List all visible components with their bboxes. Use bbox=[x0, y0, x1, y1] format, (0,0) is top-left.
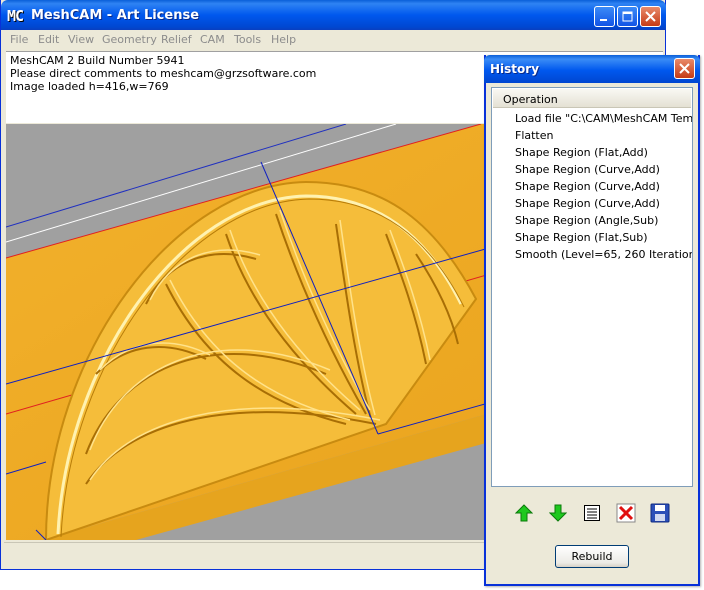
history-list[interactable]: Operation Load file "C:\CAM\MeshCAM Tem.… bbox=[491, 87, 693, 487]
history-item[interactable]: Smooth (Level=65, 260 Iterations) bbox=[515, 248, 692, 261]
close-button[interactable] bbox=[640, 6, 661, 27]
menu-bar: File Edit View Geometry Relief CAM Tools… bbox=[4, 30, 664, 49]
red-x-icon bbox=[616, 503, 636, 523]
move-up-button[interactable] bbox=[513, 502, 535, 524]
menu-geometry[interactable]: Geometry bbox=[102, 33, 157, 46]
green-up-arrow-icon bbox=[515, 504, 533, 522]
main-titlebar[interactable]: MC MeshCAM - Art License bbox=[1, 0, 666, 30]
history-item[interactable]: Shape Region (Curve,Add) bbox=[515, 180, 660, 193]
maximize-icon bbox=[622, 11, 633, 22]
list-icon bbox=[584, 505, 600, 521]
menu-relief[interactable]: Relief bbox=[161, 33, 192, 46]
history-item[interactable]: Shape Region (Curve,Add) bbox=[515, 197, 660, 210]
menu-edit[interactable]: Edit bbox=[38, 33, 59, 46]
history-close-button[interactable] bbox=[674, 58, 695, 79]
history-item[interactable]: Shape Region (Flat,Add) bbox=[515, 146, 648, 159]
history-item[interactable]: Flatten bbox=[515, 129, 554, 142]
save-button[interactable] bbox=[649, 502, 671, 524]
menu-help[interactable]: Help bbox=[271, 33, 296, 46]
history-window: History Operation Load file "C:\CAM\Mesh… bbox=[484, 55, 700, 586]
green-down-arrow-icon bbox=[549, 504, 567, 522]
history-title: History bbox=[490, 62, 540, 76]
console-line: Image loaded h=416,w=769 bbox=[10, 80, 169, 93]
history-item[interactable]: Load file "C:\CAM\MeshCAM Tem... bbox=[515, 112, 692, 125]
menu-view[interactable]: View bbox=[68, 33, 94, 46]
console-line: MeshCAM 2 Build Number 5941 bbox=[10, 54, 185, 67]
operation-column-header[interactable]: Operation bbox=[493, 89, 691, 108]
maximize-button[interactable] bbox=[617, 6, 638, 27]
window-title: MeshCAM - Art License bbox=[31, 8, 200, 23]
minimize-icon bbox=[600, 19, 607, 21]
history-item[interactable]: Shape Region (Flat,Sub) bbox=[515, 231, 648, 244]
console-line: Please direct comments to meshcam@grzsof… bbox=[10, 67, 317, 80]
rebuild-button[interactable]: Rebuild bbox=[555, 545, 629, 568]
move-down-button[interactable] bbox=[547, 502, 569, 524]
operation-header-label: Operation bbox=[503, 93, 558, 106]
history-item[interactable]: Shape Region (Curve,Add) bbox=[515, 163, 660, 176]
app-icon: MC bbox=[7, 7, 24, 25]
menu-file[interactable]: File bbox=[10, 33, 28, 46]
menu-tools[interactable]: Tools bbox=[234, 33, 261, 46]
delete-button[interactable] bbox=[615, 502, 637, 524]
history-titlebar[interactable]: History bbox=[484, 55, 700, 83]
close-icon bbox=[679, 63, 690, 74]
menu-cam[interactable]: CAM bbox=[200, 33, 225, 46]
minimize-button[interactable] bbox=[594, 6, 615, 27]
list-button[interactable] bbox=[581, 502, 603, 524]
floppy-disk-icon bbox=[650, 503, 670, 523]
history-item[interactable]: Shape Region (Angle,Sub) bbox=[515, 214, 658, 227]
close-icon bbox=[645, 11, 656, 22]
